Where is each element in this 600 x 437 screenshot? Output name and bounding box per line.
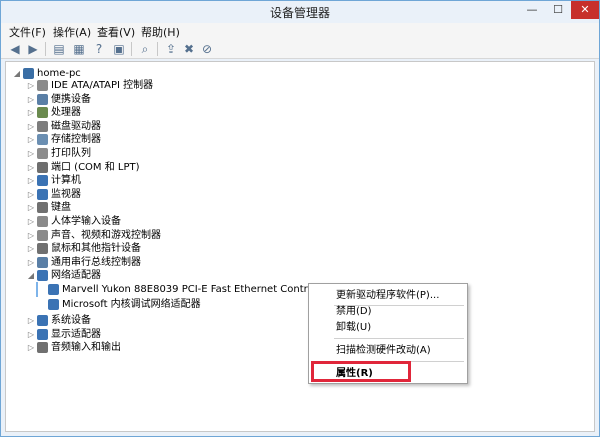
collapse-icon[interactable]: ◢	[26, 269, 36, 282]
toolbar-separator	[131, 42, 132, 56]
network-adapter-icon	[48, 298, 59, 310]
expand-icon[interactable]: ▷	[26, 229, 36, 242]
tree-item-label: Marvell Yukon 88E8039 PCI-E Fast Etherne…	[62, 284, 330, 295]
menu-help[interactable]: 帮助(H)	[141, 24, 180, 40]
tree-item-label: 监视器	[51, 188, 81, 200]
maximize-button[interactable]: ☐	[545, 1, 571, 19]
expand-icon[interactable]: ▷	[26, 201, 36, 214]
expand-icon[interactable]: ▷	[26, 147, 36, 160]
tree-item-label: 打印队列	[51, 148, 91, 159]
tree-item-label: 计算机	[51, 175, 81, 187]
hid-icon	[37, 216, 48, 227]
tree-item-label: 便携设备	[51, 93, 91, 105]
tree-item-label: 声音、视频和游戏控制器	[51, 229, 161, 241]
scan-hardware-menu-item[interactable]: 扫描检测硬件改动(A)	[336, 343, 431, 358]
menu-file[interactable]: 文件(F)	[9, 24, 46, 40]
show-hide-console-tree-icon[interactable]: ▤	[51, 41, 67, 57]
computer-icon	[23, 68, 34, 79]
expand-icon[interactable]: ▷	[26, 93, 36, 106]
portable-device-icon	[37, 93, 48, 105]
device-manager-window: 设备管理器 — ☐ ✕ 文件(F) 操作(A) 查看(V) 帮助(H) ◀ ▶ …	[0, 0, 600, 437]
expand-icon[interactable]: ▷	[26, 328, 36, 341]
tree-item-label: 系统设备	[51, 315, 91, 327]
expand-icon[interactable]: ▷	[26, 188, 36, 201]
expand-icon[interactable]: ▷	[26, 242, 36, 255]
menu-bar: 文件(F) 操作(A) 查看(V) 帮助(H)	[1, 23, 599, 39]
expand-icon[interactable]: ▷	[26, 133, 36, 146]
expand-icon[interactable]: ▷	[26, 161, 36, 174]
expand-icon[interactable]: ▷	[26, 106, 36, 119]
expand-icon[interactable]: ▷	[26, 341, 36, 354]
network-adapter-icon	[37, 270, 48, 282]
uninstall-icon[interactable]: ✖	[181, 41, 197, 57]
toolbar-separator	[157, 42, 158, 56]
sound-icon	[37, 229, 48, 241]
device-tree[interactable]: ◢ home-pc ▷ IDE ATA/ATAPI 控制器 ▷ 便携设备 ▷ 处理器 ▷ 磁盘…	[5, 61, 595, 432]
processor-icon	[37, 107, 48, 119]
disable-icon[interactable]: ⊘	[199, 41, 215, 57]
tree-item-label: 通用串行总线控制器	[51, 256, 141, 268]
view-icon[interactable]: ▣	[111, 41, 127, 57]
toolbar: ◀ ▶ ▤ ▦ ? ▣ ⌕ ⇪ ✖ ⊘	[1, 39, 599, 59]
tree-item-label: 音频输入和输出	[51, 342, 121, 354]
tree-item-label: IDE ATA/ATAPI 控制器	[51, 80, 154, 91]
collapse-icon[interactable]: ◢	[12, 67, 22, 80]
menu-view[interactable]: 查看(V)	[97, 24, 135, 40]
tree-item-label: 处理器	[51, 107, 81, 119]
window-title: 设备管理器	[269, 6, 330, 20]
monitor-icon	[37, 188, 48, 200]
tree-item-label: 存储控制器	[51, 134, 101, 146]
expand-icon[interactable]: ▷	[26, 120, 36, 133]
close-button[interactable]: ✕	[571, 1, 599, 19]
tree-item-label: 鼠标和其他指针设备	[51, 243, 141, 255]
properties-icon[interactable]: ▦	[71, 41, 87, 57]
tree-item-label: 网络适配器	[51, 270, 101, 282]
disable-menu-item[interactable]: 禁用(D)	[336, 304, 372, 319]
help-icon[interactable]: ?	[91, 41, 107, 57]
expand-icon[interactable]: ▷	[26, 314, 36, 327]
computer-icon	[37, 175, 48, 187]
menu-action[interactable]: 操作(A)	[53, 24, 91, 40]
display-adapter-icon	[37, 328, 48, 340]
network-adapter-icon	[48, 284, 59, 295]
keyboard-icon	[37, 202, 48, 214]
minimize-button[interactable]: —	[519, 1, 545, 19]
tree-item-label: 键盘	[51, 202, 71, 214]
expand-icon[interactable]: ▷	[26, 256, 36, 269]
tree-item-label: 端口 (COM 和 LPT)	[51, 161, 140, 173]
expand-icon[interactable]: ▷	[26, 79, 36, 92]
toolbar-separator	[45, 42, 46, 56]
port-icon	[37, 161, 48, 173]
forward-icon[interactable]: ▶	[25, 41, 41, 57]
disk-drive-icon	[37, 120, 48, 132]
uninstall-menu-item[interactable]: 卸载(U)	[336, 320, 371, 335]
system-device-icon	[37, 315, 48, 327]
expand-icon[interactable]: ▷	[26, 215, 36, 228]
properties-highlight-box	[311, 361, 411, 382]
title-bar[interactable]: 设备管理器 — ☐ ✕	[1, 1, 599, 23]
printer-icon	[37, 148, 48, 159]
audio-io-icon	[37, 342, 48, 354]
tree-item-label: 显示适配器	[51, 328, 101, 340]
usb-icon	[37, 256, 48, 268]
storage-controller-icon	[37, 134, 48, 146]
update-driver-icon[interactable]: ⇪	[163, 41, 179, 57]
expand-icon[interactable]: ▷	[26, 174, 36, 187]
menu-separator	[334, 338, 464, 339]
tree-item-label: Microsoft 内核调试网络适配器	[62, 298, 201, 310]
mouse-icon	[37, 243, 48, 255]
scan-hardware-icon[interactable]: ⌕	[137, 41, 153, 57]
tree-item-label: 人体学输入设备	[51, 216, 121, 227]
update-driver-menu-item[interactable]: 更新驱动程序软件(P)...	[336, 288, 439, 303]
back-icon[interactable]: ◀	[7, 41, 23, 57]
ide-controller-icon	[37, 80, 48, 91]
tree-item-label: 磁盘驱动器	[51, 120, 101, 132]
